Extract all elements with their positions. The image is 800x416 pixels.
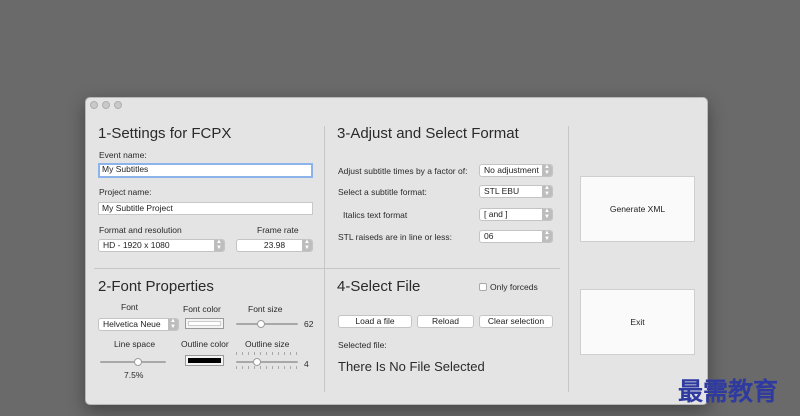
chevron-updown-icon: ▲ ▼: [542, 230, 552, 242]
stl-label: STL raiseds are in line or less:: [338, 232, 453, 242]
line-space-value: 7.5%: [124, 370, 144, 380]
event-name-input[interactable]: My Subtitles: [98, 163, 313, 178]
reload-button[interactable]: Reload: [417, 315, 474, 328]
frame-rate-label: Frame rate: [257, 225, 299, 235]
italics-select[interactable]: [ and ] ▲ ▼: [479, 208, 553, 221]
chevron-updown-icon: ▲ ▼: [542, 208, 552, 220]
font-color-swatch: [188, 321, 221, 326]
divider-horizontal: [94, 268, 560, 269]
clear-selection-button[interactable]: Clear selection: [479, 315, 553, 328]
chevron-updown-icon: ▲ ▼: [302, 239, 312, 251]
outline-size-value: 4: [304, 359, 309, 369]
title-bar: [86, 98, 707, 112]
subtitle-format-select[interactable]: STL EBU ▲ ▼: [479, 185, 553, 198]
load-file-button[interactable]: Load a file: [338, 315, 412, 328]
font-select[interactable]: Helvetica Neue ▲ ▼: [98, 318, 179, 331]
outline-size-slider[interactable]: [253, 358, 261, 366]
outline-size-label: Outline size: [245, 339, 290, 349]
close-window-button[interactable]: [90, 101, 98, 109]
outline-size-slider-track: [236, 361, 298, 363]
minimize-window-button[interactable]: [102, 101, 110, 109]
select-file-heading: 4-Select File: [337, 278, 421, 295]
outline-size-tickmarks: [236, 352, 298, 355]
project-name-label: Project name:: [99, 187, 152, 197]
outline-color-well[interactable]: [185, 355, 224, 366]
line-space-slider-track: [100, 361, 166, 363]
selected-file-status: There Is No File Selected: [338, 359, 485, 374]
chevron-updown-icon: ▲ ▼: [168, 318, 178, 330]
outline-color-label: Outline color: [181, 339, 229, 349]
italics-label: Italics text format: [343, 210, 408, 220]
chevron-updown-icon: ▲ ▼: [542, 185, 552, 197]
font-heading: 2-Font Properties: [98, 278, 214, 295]
generate-xml-button[interactable]: Generate XML: [580, 176, 695, 242]
settings-heading: 1-Settings for FCPX: [98, 125, 232, 142]
project-name-input[interactable]: My Subtitle Project: [98, 202, 313, 215]
event-name-label: Event name:: [99, 150, 147, 160]
adjust-heading: 3-Adjust and Select Format: [337, 125, 519, 142]
font-size-label: Font size: [248, 304, 283, 314]
line-space-slider[interactable]: [134, 358, 142, 366]
factor-label: Adjust subtitle times by a factor of:: [338, 166, 468, 176]
line-space-label: Line space: [114, 339, 156, 349]
only-forceds-checkbox[interactable]: [479, 283, 487, 291]
font-label: Font: [121, 302, 139, 312]
chevron-updown-icon: ▲ ▼: [214, 239, 224, 251]
watermark-text: 最需教育: [678, 377, 779, 406]
factor-select[interactable]: No adjustment ▲ ▼: [479, 164, 553, 177]
outline-size-tickmarks-lower: [236, 366, 298, 369]
zoom-window-button[interactable]: [114, 101, 122, 109]
app-window: 1-Settings for FCPX Event name: My Subti…: [85, 97, 708, 405]
divider-vertical-2: [568, 126, 569, 392]
chevron-updown-icon: ▲ ▼: [542, 164, 552, 176]
font-size-value: 62: [304, 319, 314, 329]
font-color-label: Font color: [183, 304, 221, 314]
frame-rate-select[interactable]: 23.98 ▲ ▼: [236, 239, 313, 252]
selected-file-label: Selected file:: [338, 340, 387, 350]
font-color-well[interactable]: [185, 318, 224, 329]
outline-color-swatch: [188, 358, 221, 363]
font-size-slider[interactable]: [257, 320, 265, 328]
divider-vertical-1: [324, 126, 325, 392]
format-resolution-label: Format and resolution: [99, 225, 182, 235]
only-forceds-label: Only forceds: [490, 282, 538, 292]
font-size-slider-track: [236, 323, 298, 325]
format-resolution-select[interactable]: HD - 1920 x 1080 ▲ ▼: [98, 239, 225, 252]
stl-select[interactable]: 06 ▲ ▼: [479, 230, 553, 243]
exit-button[interactable]: Exit: [580, 289, 695, 355]
subtitle-format-label: Select a subtitle format:: [338, 187, 427, 197]
